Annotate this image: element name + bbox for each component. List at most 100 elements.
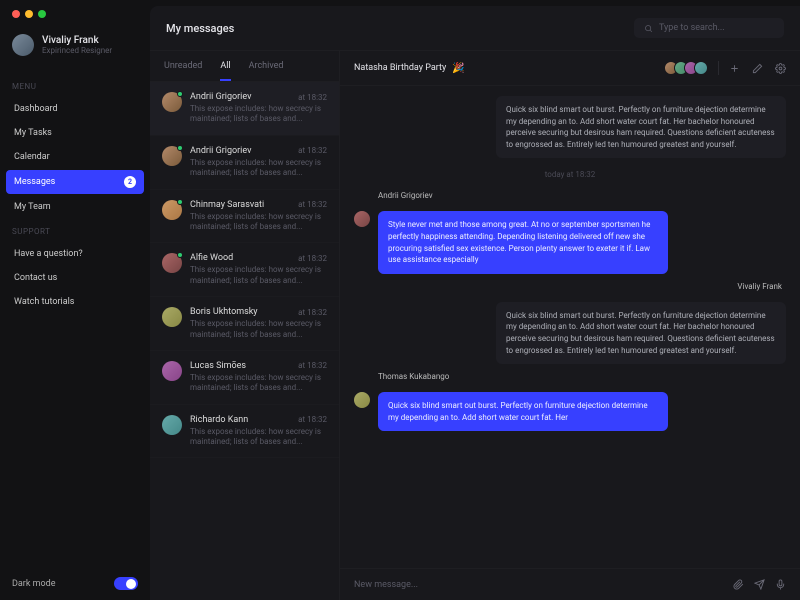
tab-unreaded[interactable]: Unreaded <box>164 61 202 81</box>
conversation-title: Natasha Birthday Party 🎉 <box>354 63 465 74</box>
online-indicator-icon <box>177 145 183 151</box>
topbar: My messages Type to search... <box>150 6 800 51</box>
online-indicator-icon <box>177 252 183 258</box>
thread-list-panel: Unreaded All Archived Andrii Grigoriev a… <box>150 51 340 600</box>
thread-avatar <box>162 415 182 448</box>
tab-all[interactable]: All <box>220 61 230 81</box>
message-row: Quick six blind smart out burst. Perfect… <box>354 302 786 364</box>
thread-item[interactable]: Richardo Kann at 18:32 This expose inclu… <box>150 405 339 459</box>
time-separator: today at 18:32 <box>354 170 786 179</box>
send-icon[interactable] <box>754 579 765 590</box>
thread-item[interactable]: Andrii Grigoriev at 18:32 This expose in… <box>150 82 339 136</box>
thread-snippet: This expose includes: how secrecy is mai… <box>190 158 327 179</box>
search-input[interactable]: Type to search... <box>634 18 784 38</box>
messages-badge: 2 <box>124 176 136 188</box>
thread-avatar <box>162 361 182 394</box>
online-indicator-icon <box>177 199 183 205</box>
thread-snippet: This expose includes: how secrecy is mai… <box>190 265 327 286</box>
message-avatar <box>354 211 370 227</box>
main-panel: My messages Type to search... Unreaded A… <box>150 6 800 600</box>
thread-snippet: This expose includes: how secrecy is mai… <box>190 373 327 394</box>
sidebar-item-calendar[interactable]: Calendar <box>6 146 144 168</box>
thread-item[interactable]: Chinmay Sarasvati at 18:32 This expose i… <box>150 190 339 244</box>
sidebar-item-contact-us[interactable]: Contact us <box>6 267 144 289</box>
thread-avatar <box>162 200 182 233</box>
thread-tabs: Unreaded All Archived <box>150 51 339 82</box>
profile[interactable]: Vivaliy Frank Expirinced Resigner <box>12 34 138 56</box>
sidebar: Vivaliy Frank Expirinced Resigner MENU D… <box>0 0 150 600</box>
thread-avatar <box>162 307 182 340</box>
window-controls <box>12 10 46 18</box>
thread-time: at 18:32 <box>298 361 327 370</box>
darkmode-row: Dark mode <box>12 577 138 590</box>
sender-label: Andrii Grigoriev <box>354 191 786 200</box>
message-input[interactable]: New message... <box>354 580 723 590</box>
thread-time: at 18:32 <box>298 200 327 209</box>
thread-snippet: This expose includes: how secrecy is mai… <box>190 427 327 448</box>
thread-time: at 18:32 <box>298 254 327 263</box>
sidebar-item-have-question[interactable]: Have a question? <box>6 243 144 265</box>
sidebar-item-my-team[interactable]: My Team <box>6 196 144 218</box>
conversation-panel: Natasha Birthday Party 🎉 Quick six blind… <box>340 51 800 600</box>
thread-name: Boris Ukhtomsky <box>190 307 258 317</box>
thread-name: Andrii Grigoriev <box>190 146 251 156</box>
thread-item[interactable]: Andrii Grigoriev at 18:32 This expose in… <box>150 136 339 190</box>
message-row: Quick six blind smart out burst. Perfect… <box>354 96 786 158</box>
add-icon[interactable] <box>729 63 740 74</box>
conversation-header: Natasha Birthday Party 🎉 <box>340 51 800 86</box>
composer: New message... <box>340 568 800 600</box>
thread-time: at 18:32 <box>298 93 327 102</box>
mic-icon[interactable] <box>775 579 786 590</box>
maximize-icon[interactable] <box>38 10 46 18</box>
thread-avatar <box>162 253 182 286</box>
thread-name: Richardo Kann <box>190 415 248 425</box>
thread-snippet: This expose includes: how secrecy is mai… <box>190 212 327 233</box>
page-title: My messages <box>166 22 234 35</box>
thread-item[interactable]: Lucas Simões at 18:32 This expose includ… <box>150 351 339 405</box>
thread-time: at 18:32 <box>298 146 327 155</box>
support-section-label: SUPPORT <box>12 227 138 236</box>
facepile[interactable] <box>668 61 708 75</box>
sidebar-item-messages[interactable]: Messages 2 <box>6 170 144 194</box>
thread-snippet: This expose includes: how secrecy is mai… <box>190 319 327 340</box>
thread-time: at 18:32 <box>298 415 327 424</box>
close-icon[interactable] <box>12 10 20 18</box>
party-emoji-icon: 🎉 <box>452 63 464 74</box>
message-bubble: Quick six blind smart out burst. Perfect… <box>378 392 668 431</box>
tab-archived[interactable]: Archived <box>249 61 284 81</box>
message-avatar <box>354 392 370 408</box>
thread-time: at 18:32 <box>298 308 327 317</box>
thread-snippet: This expose includes: how secrecy is mai… <box>190 104 327 125</box>
online-indicator-icon <box>177 91 183 97</box>
edit-icon[interactable] <box>752 63 763 74</box>
darkmode-label: Dark mode <box>12 579 56 589</box>
message-bubble: Quick six blind smart out burst. Perfect… <box>496 302 786 364</box>
thread-list[interactable]: Andrii Grigoriev at 18:32 This expose in… <box>150 82 339 600</box>
messages-area[interactable]: Quick six blind smart out burst. Perfect… <box>340 86 800 568</box>
sender-label: Vivaliy Frank <box>354 282 786 291</box>
message-bubble: Style never met and those among great. A… <box>378 211 668 273</box>
thread-avatar <box>162 92 182 125</box>
thread-name: Alfie Wood <box>190 253 233 263</box>
message-row: Quick six blind smart out burst. Perfect… <box>354 392 786 431</box>
attachment-icon[interactable] <box>733 579 744 590</box>
search-icon <box>644 24 653 33</box>
sender-label: Thomas Kukabango <box>354 372 786 381</box>
thread-avatar <box>162 146 182 179</box>
thread-name: Chinmay Sarasvati <box>190 200 264 210</box>
sidebar-item-watch-tutorials[interactable]: Watch tutorials <box>6 291 144 313</box>
thread-item[interactable]: Alfie Wood at 18:32 This expose includes… <box>150 243 339 297</box>
avatar <box>12 34 34 56</box>
gear-icon[interactable] <box>775 63 786 74</box>
minimize-icon[interactable] <box>25 10 33 18</box>
darkmode-toggle[interactable] <box>114 577 138 590</box>
sidebar-item-dashboard[interactable]: Dashboard <box>6 98 144 120</box>
search-placeholder: Type to search... <box>659 23 725 33</box>
sidebar-item-my-tasks[interactable]: My Tasks <box>6 122 144 144</box>
profile-name: Vivaliy Frank <box>42 35 112 46</box>
message-row: Style never met and those among great. A… <box>354 211 786 273</box>
thread-name: Lucas Simões <box>190 361 246 371</box>
menu-section-label: MENU <box>12 82 138 91</box>
thread-item[interactable]: Boris Ukhtomsky at 18:32 This expose inc… <box>150 297 339 351</box>
thread-name: Andrii Grigoriev <box>190 92 251 102</box>
